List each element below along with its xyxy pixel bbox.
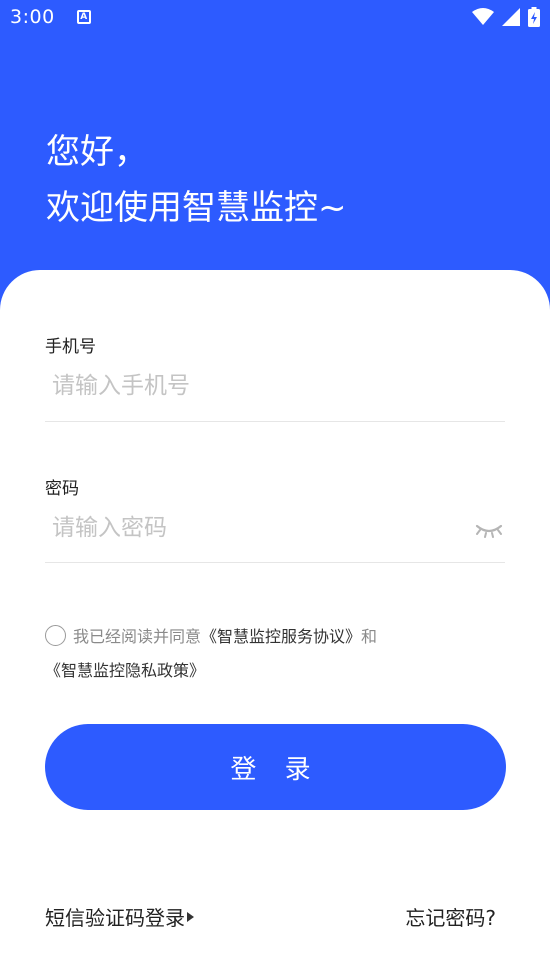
battery-icon (528, 7, 540, 27)
agreement-text: 我已经阅读并同意《智慧监控服务协议》和《智慧监控隐私政策》 (45, 620, 515, 688)
sms-login-label: 短信验证码登录 (45, 906, 185, 930)
welcome-header: 您好， 欢迎使用智慧监控~ (46, 124, 347, 236)
signal-icon (502, 8, 520, 26)
password-input[interactable] (45, 500, 465, 556)
login-card: 手机号 密码 我已经阅读并同意《智慧监控服务协议》和《智慧监控隐私政策》 登 录… (0, 270, 550, 978)
status-time: 3:00 (10, 6, 55, 28)
greeting-line: 您好， (46, 132, 148, 172)
login-button[interactable]: 登 录 (45, 724, 506, 810)
status-bar: 3:00 A (0, 0, 550, 34)
triangle-right-icon (187, 911, 194, 922)
agreement-conjunction: 和 (361, 627, 378, 646)
welcome-line: 欢迎使用智慧监控~ (46, 188, 347, 228)
status-indicators (472, 7, 540, 27)
app-notification-icon: A (76, 10, 91, 24)
wifi-icon (472, 8, 494, 25)
phone-label: 手机号 (45, 337, 96, 357)
phone-input[interactable] (45, 358, 505, 414)
eye-closed-icon[interactable] (474, 520, 504, 538)
service-agreement-link[interactable]: 《智慧监控服务协议》 (201, 627, 361, 646)
forgot-password-link[interactable]: 忘记密码? (405, 902, 496, 931)
agreement-prefix: 我已经阅读并同意 (73, 627, 202, 646)
password-label: 密码 (45, 479, 79, 499)
privacy-policy-link[interactable]: 《智慧监控隐私政策》 (45, 661, 205, 680)
agree-radio[interactable] (45, 625, 66, 646)
password-divider (45, 562, 505, 563)
sms-login-link[interactable]: 短信验证码登录 (45, 902, 194, 931)
phone-divider (45, 421, 505, 422)
